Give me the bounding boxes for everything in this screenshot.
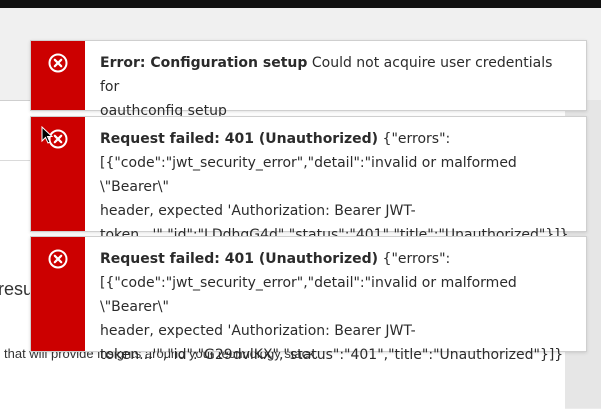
toast-title: Request failed: 401 (Unauthorized): [100, 131, 379, 147]
toast-text: {"errors":: [382, 251, 451, 267]
error-strip: [31, 41, 85, 110]
toast-title: Error: Configuration setup: [100, 55, 308, 71]
error-toast: Request failed: 401 (Unauthorized) {"err…: [30, 236, 587, 363]
toast-text: header, expected 'Authorization: Bearer …: [100, 203, 416, 219]
close-circle-icon[interactable]: [48, 249, 68, 269]
toast-message: Error: Configuration setup Could not acq…: [100, 51, 576, 123]
toast-message: Request failed: 401 (Unauthorized) {"err…: [100, 127, 576, 247]
error-toast: Error: Configuration setup Could not acq…: [30, 40, 587, 119]
toast-text: {"errors":: [382, 131, 451, 147]
close-circle-icon[interactable]: [48, 53, 68, 73]
toast-title: Request failed: 401 (Unauthorized): [100, 251, 379, 267]
mouse-cursor-icon: [41, 125, 54, 144]
toast-text: [{"code":"jwt_security_error","detail":"…: [100, 275, 517, 315]
toast-text: [{"code":"jwt_security_error","detail":"…: [100, 155, 517, 195]
toast-text: header, expected 'Authorization: Bearer …: [100, 323, 416, 339]
error-toast: Request failed: 401 (Unauthorized) {"err…: [30, 116, 587, 243]
toast-message: Request failed: 401 (Unauthorized) {"err…: [100, 247, 576, 367]
top-bar: [0, 0, 601, 8]
toast-text: token...'","id":"G29dvlKX","status":"401…: [100, 347, 564, 363]
background-heading-fragment: resu: [0, 279, 34, 299]
